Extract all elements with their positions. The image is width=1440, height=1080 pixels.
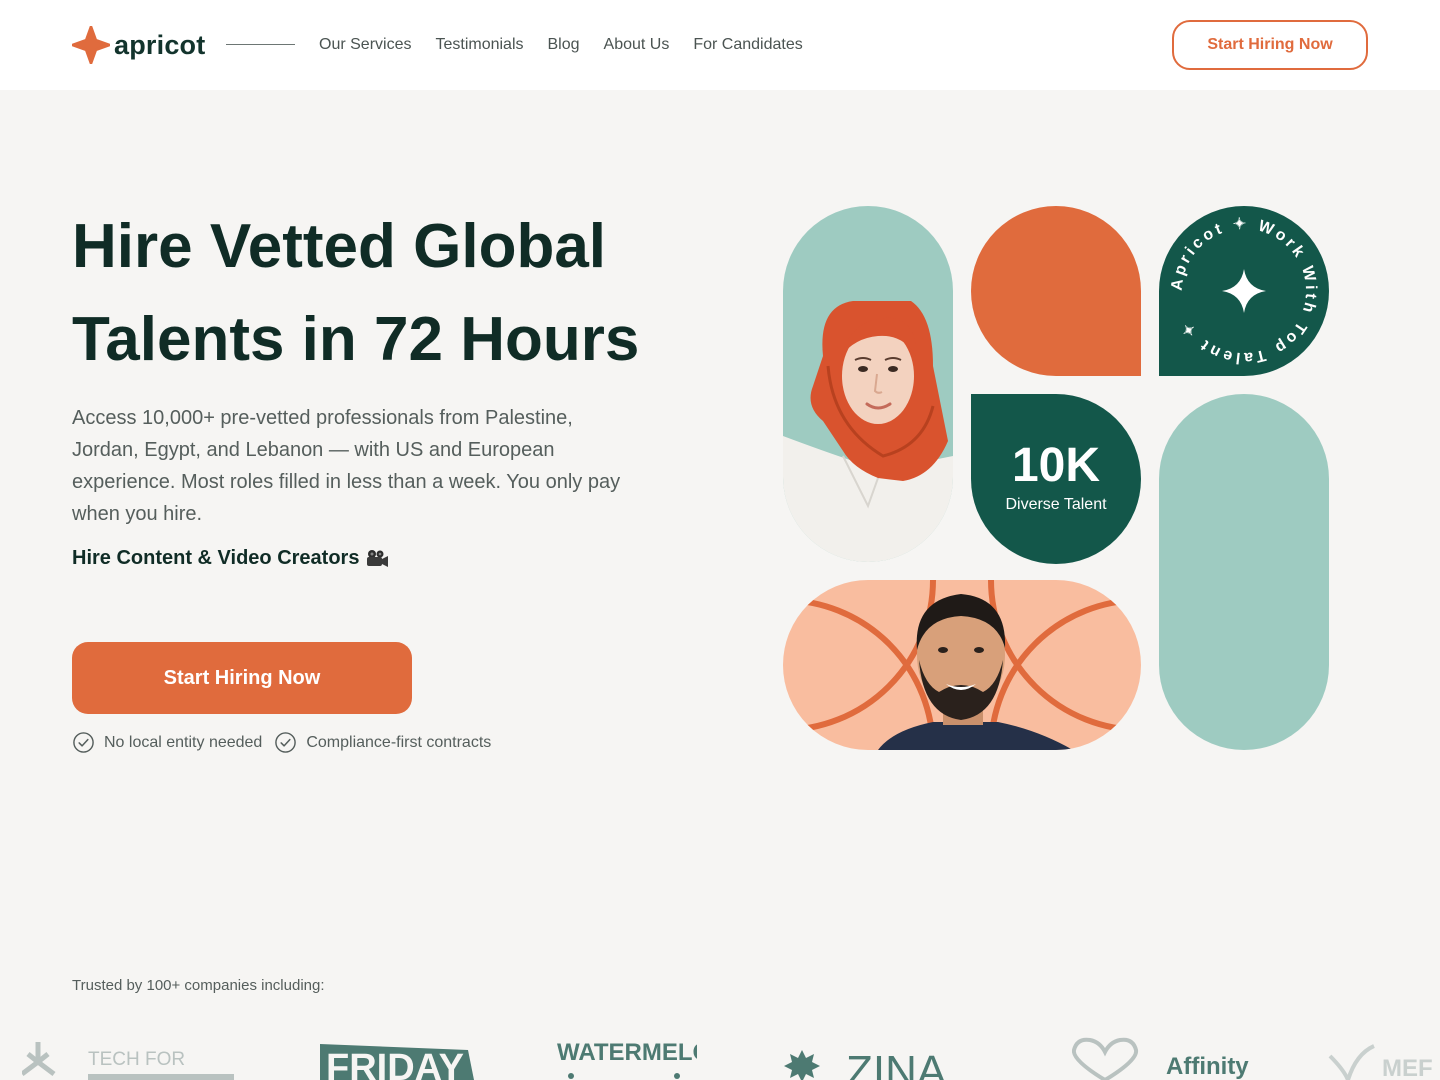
affinity-logo-icon: Affinity [1071, 1037, 1249, 1080]
trusted-label: Trusted by 100+ companies including: [72, 977, 325, 994]
zina-logo-icon: ZINA [784, 1047, 947, 1080]
mef-text: MEF [1382, 1055, 1433, 1080]
hero-description: Access 10,000+ pre-vetted professionals … [72, 407, 621, 525]
nav-our-services[interactable]: Our Services [319, 35, 411, 55]
hero-start-hiring-button[interactable]: Start Hiring Now [72, 642, 412, 714]
friday-text: FRIDAY [326, 1047, 464, 1080]
nav-blog[interactable]: Blog [548, 35, 580, 55]
nav-testimonials[interactable]: Testimonials [435, 35, 523, 55]
header-start-hiring-button[interactable]: Start Hiring Now [1172, 20, 1368, 70]
zina-text: ZINA [846, 1047, 947, 1080]
client-logo-friday: FRIDAY [320, 1030, 480, 1080]
main-nav: Our Services Testimonials Blog About Us … [319, 35, 803, 55]
check-circle-icon [275, 732, 297, 753]
woman-portrait-illustration [783, 301, 953, 562]
affinity-text: Affinity [1166, 1053, 1249, 1080]
apricot-badge: Apricot ✦ Work With Top Talent ✦ [1159, 206, 1329, 376]
check-item: No local entity needed [72, 731, 262, 754]
client-logo-zina: ZINA [776, 1030, 996, 1080]
logo-text: apricot [114, 29, 206, 60]
hero-subheading-text: Hire Content & Video Creators [72, 547, 360, 569]
mef-logo-icon: MEF [1328, 1044, 1433, 1080]
hero-subheading: Hire Content & Video Creators [72, 547, 389, 570]
logo[interactable]: apricot [72, 26, 205, 64]
apricot-logo-icon [72, 26, 110, 64]
tech-for-palestine-text: TECH FOR [88, 1049, 185, 1070]
rotating-badge: Apricot ✦ Work With Top Talent ✦ [1169, 216, 1316, 367]
client-logo-watermelon: WATERMELON [557, 1030, 729, 1080]
hero-title-line-1: Hire Vetted Global [72, 212, 607, 281]
nav-divider [226, 44, 295, 45]
stat-value: 10K [1011, 439, 1101, 492]
stat-card: 10K Diverse Talent [971, 394, 1141, 564]
client-logo-strip: TECH FOR FRIDAY WATERMELON ZINA Affinity [0, 1030, 1440, 1080]
nav-about-us[interactable]: About Us [604, 35, 670, 55]
hero-checks: No local entity needed Compliance-first … [72, 731, 491, 754]
check-label: Compliance-first contracts [306, 733, 492, 751]
client-logo-affinity: Affinity [1071, 1030, 1262, 1080]
man-portrait-illustration [783, 580, 1141, 750]
talent-photo-woman [783, 206, 953, 562]
watermelon-text: WATERMELON [557, 1039, 697, 1066]
nav-for-candidates[interactable]: For Candidates [693, 35, 802, 55]
sparkle-icon [1222, 269, 1266, 313]
stat-label: Diverse Talent [1005, 496, 1107, 513]
decor-mint-shape [1159, 394, 1329, 750]
friday-logo-icon: FRIDAY [320, 1044, 474, 1080]
client-logo-tech-for-palestine: TECH FOR [20, 1030, 252, 1080]
tech-for-palestine-logo-icon: TECH FOR [20, 1042, 234, 1080]
site-header: apricot Our Services Testimonials Blog A… [0, 0, 1440, 90]
client-logo-mef: MEF [1326, 1030, 1440, 1080]
decor-orange-shape [971, 206, 1141, 376]
talent-photo-man [783, 580, 1141, 750]
hero-title-line-2: Talents in 72 Hours [72, 305, 640, 374]
check-circle-icon [73, 732, 94, 753]
hero-title: Hire Vetted Global Talents in 72 Hours [72, 200, 692, 386]
check-item: Compliance-first contracts [274, 731, 491, 754]
check-label: No local entity needed [104, 733, 263, 751]
watermelon-logo-icon: WATERMELON [557, 1039, 729, 1079]
video-camera-icon [367, 549, 389, 567]
